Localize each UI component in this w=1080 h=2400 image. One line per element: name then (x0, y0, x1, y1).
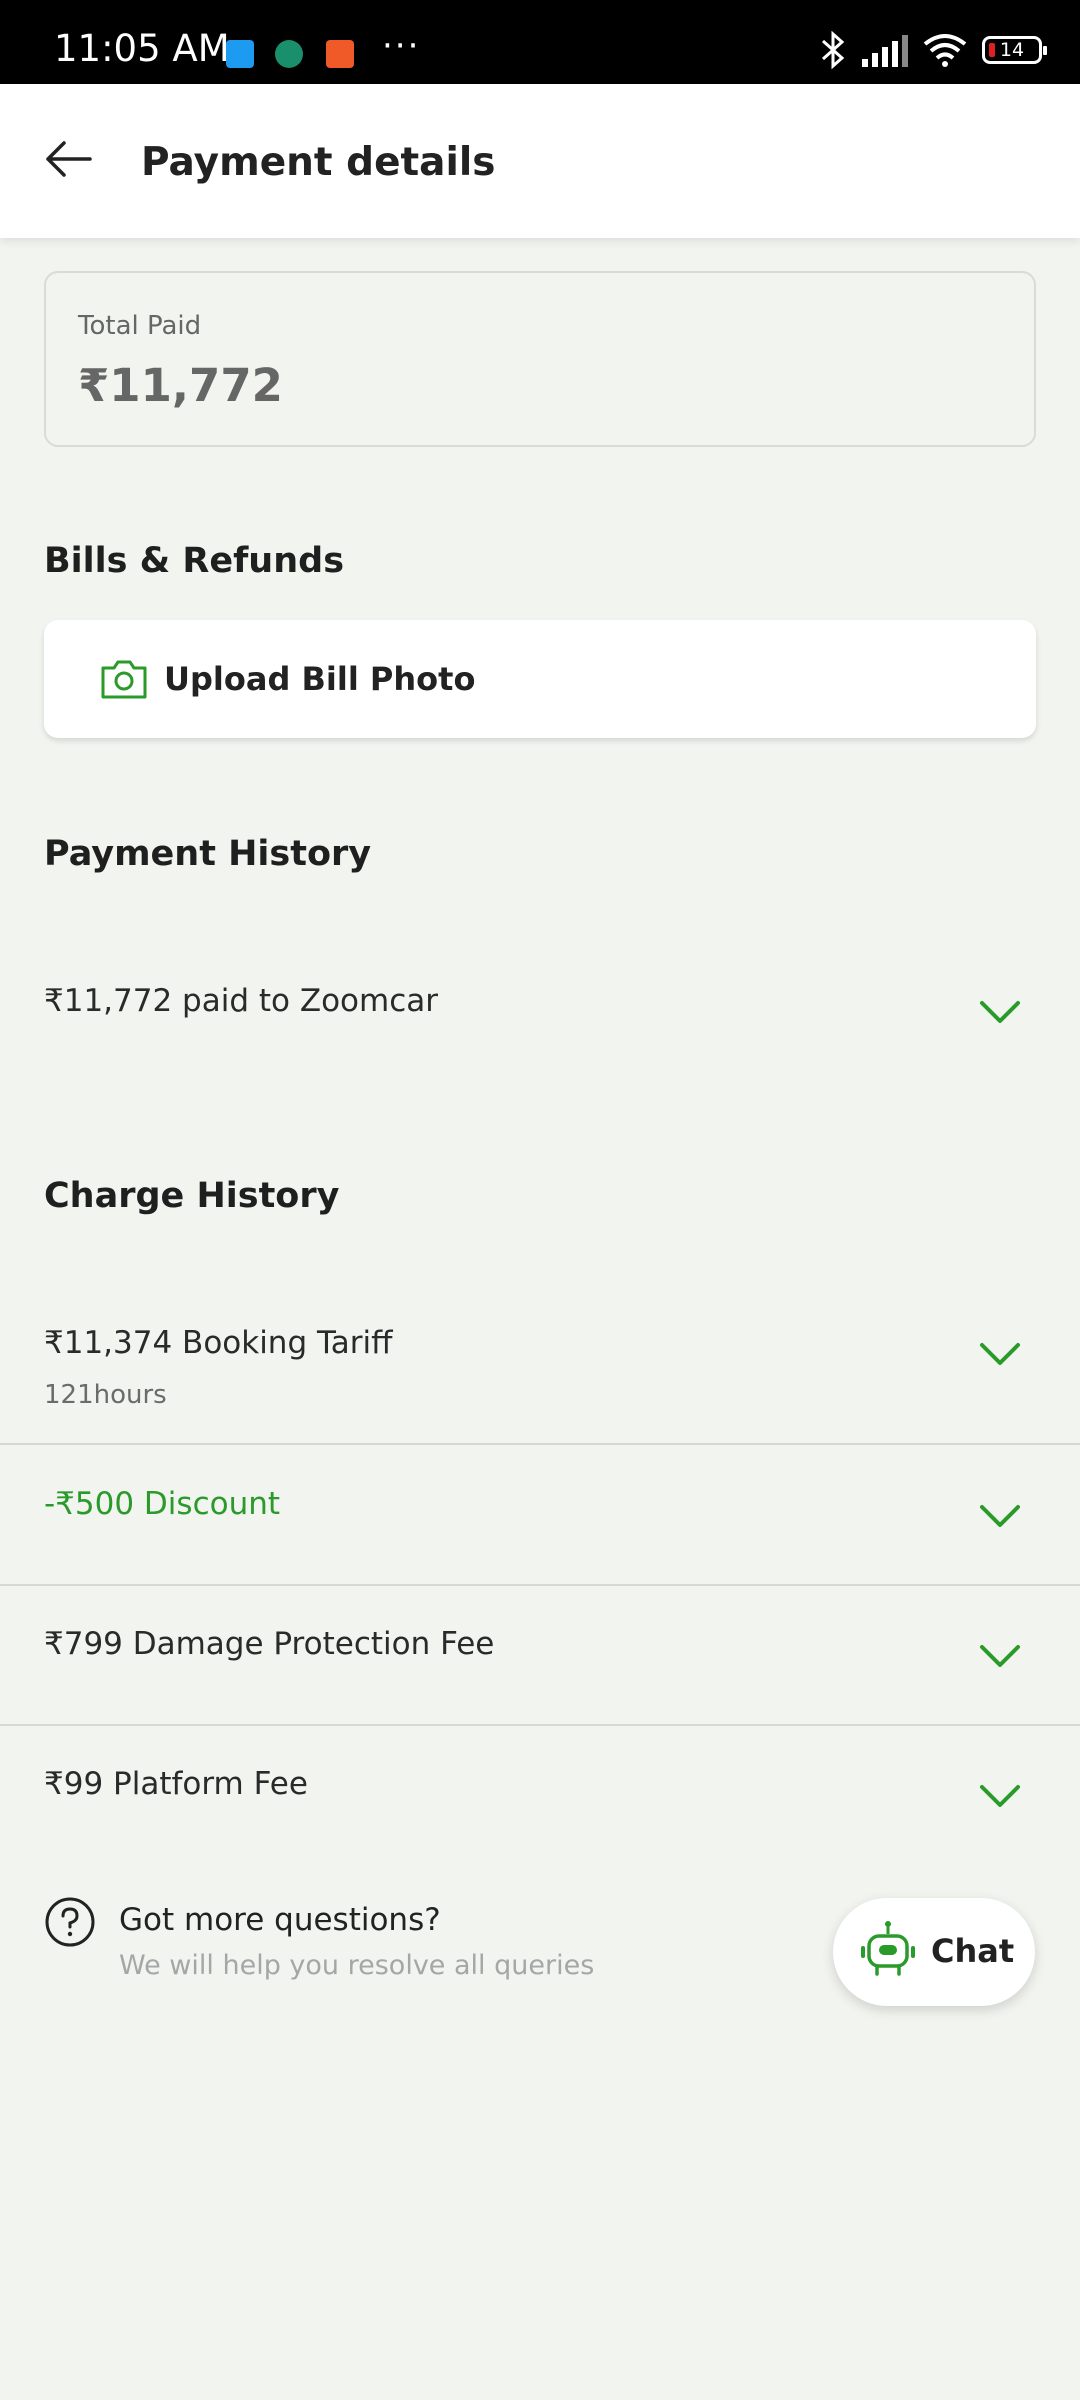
app-notification-icon (275, 40, 303, 68)
todo-notification-icon (326, 40, 354, 68)
more-notifications-icon: ··· (382, 26, 421, 66)
back-arrow-icon[interactable] (44, 134, 94, 184)
charge-item-subtext: 121hours (44, 1380, 167, 1410)
app-bar: Payment details (0, 84, 1080, 238)
chevron-down-icon[interactable] (978, 1642, 1022, 1670)
total-paid-value: ₹11,772 (78, 359, 283, 412)
status-time: 11:05 AM (54, 27, 230, 70)
help-title: Got more questions? (119, 1902, 441, 1938)
twitter-notification-icon (226, 40, 254, 68)
charge-item-label: ₹799 Damage Protection Fee (44, 1626, 495, 1662)
wifi-icon (923, 34, 967, 67)
charge-item-label: -₹500 Discount (44, 1486, 281, 1522)
chat-label: Chat (931, 1932, 1015, 1970)
total-paid-label: Total Paid (78, 311, 202, 341)
chevron-down-icon[interactable] (978, 998, 1022, 1026)
robot-icon (861, 1921, 915, 1976)
charge-item-label: ₹11,374 Booking Tariff (44, 1325, 393, 1361)
chevron-down-icon[interactable] (978, 1502, 1022, 1530)
signal-icon (862, 35, 908, 67)
upload-bill-button[interactable]: Upload Bill Photo (44, 620, 1036, 738)
charge-item-label: ₹99 Platform Fee (44, 1766, 308, 1802)
status-bar: 11:05 AM ··· 14 (0, 0, 1080, 84)
upload-bill-label: Upload Bill Photo (164, 660, 476, 698)
payment-history-label: ₹11,772 paid to Zoomcar (44, 983, 438, 1019)
chevron-down-icon[interactable] (978, 1782, 1022, 1810)
camera-icon (101, 660, 147, 699)
battery-level: 14 (999, 39, 1025, 61)
chat-button[interactable]: Chat (833, 1898, 1035, 2006)
bills-refunds-title: Bills & Refunds (44, 541, 345, 581)
divider (0, 1584, 1080, 1586)
page-title: Payment details (141, 140, 496, 185)
charge-history-title: Charge History (44, 1176, 340, 1216)
divider (0, 1724, 1080, 1726)
status-icons: 14 (820, 30, 1047, 70)
help-question-icon (45, 1897, 95, 1947)
help-subtitle: We will help you resolve all queries (119, 1950, 595, 1981)
divider (0, 1443, 1080, 1445)
battery-icon: 14 (982, 36, 1047, 64)
total-paid-card: Total Paid ₹11,772 (44, 271, 1036, 447)
bluetooth-icon (821, 31, 845, 69)
chevron-down-icon[interactable] (978, 1340, 1022, 1368)
payment-history-title: Payment History (44, 834, 372, 874)
